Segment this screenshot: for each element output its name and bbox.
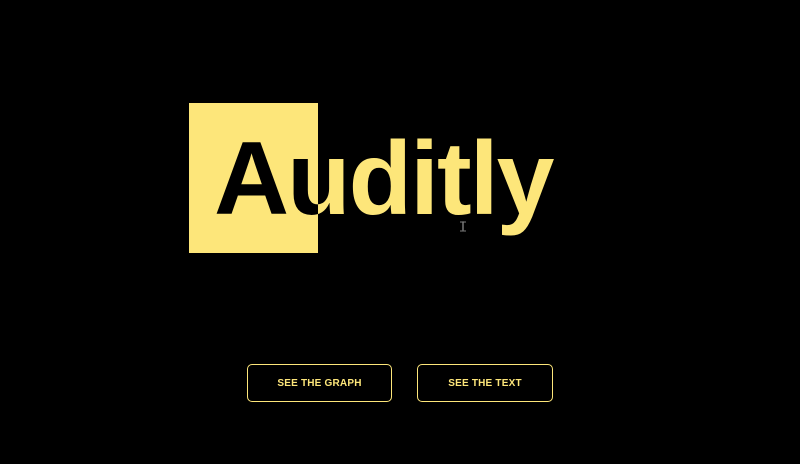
logo-light-part: Auditly [318,103,618,253]
brand-logo: Auditly Auditly [189,103,609,253]
see-text-button[interactable]: SEE THE TEXT [417,364,553,402]
see-graph-button[interactable]: SEE THE GRAPH [247,364,392,402]
landing-page: Auditly Auditly SEE THE GRAPH SEE THE TE… [0,0,800,464]
logo-wordmark: Auditly [318,121,554,237]
logo-dark-part: Auditly [189,103,318,253]
logo-wordmark-dark: Auditly [214,121,318,237]
text-cursor-icon [460,221,466,232]
